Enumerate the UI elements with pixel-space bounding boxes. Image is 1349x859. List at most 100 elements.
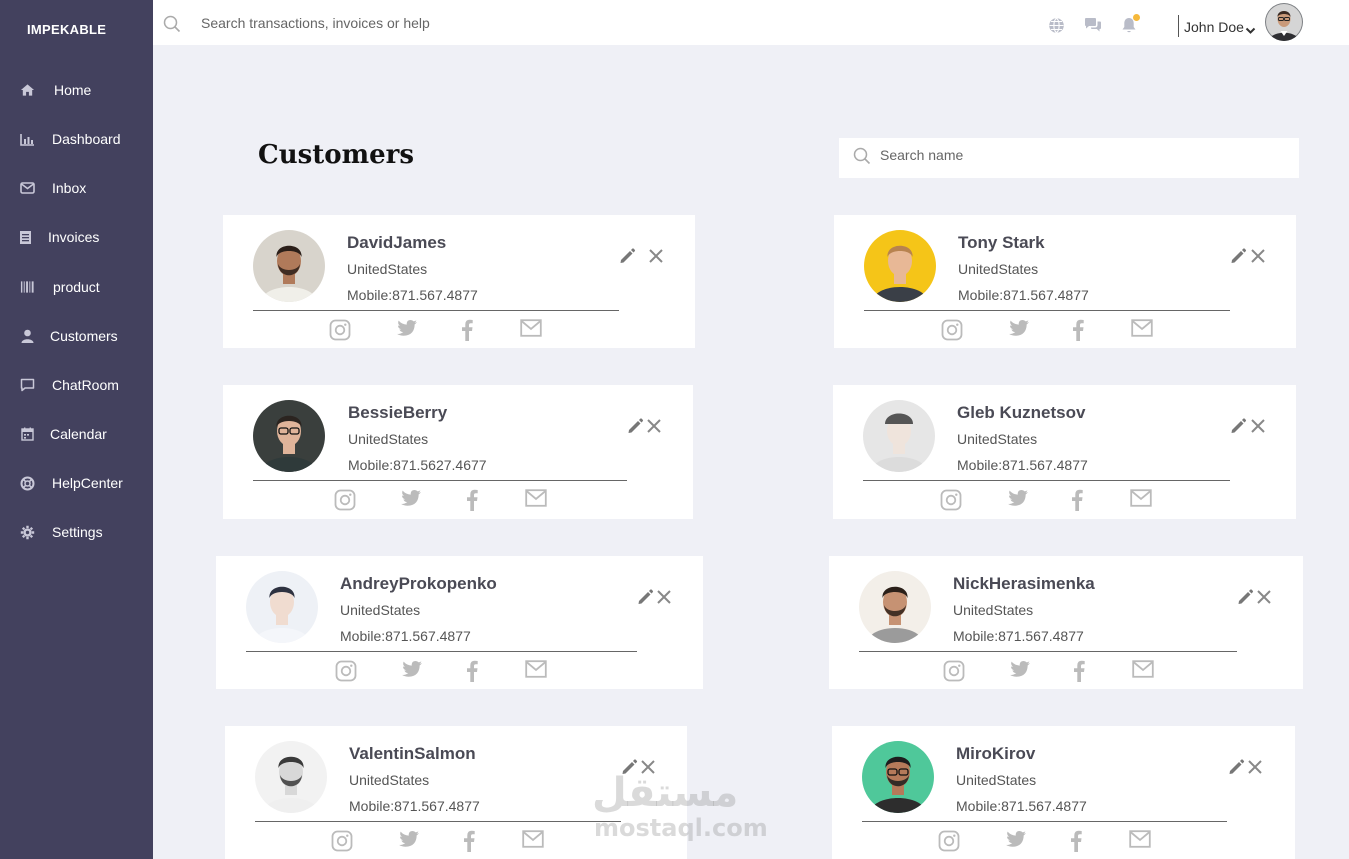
close-icon[interactable] [646,418,662,439]
customer-card: NickHerasimenka UnitedStates Mobile:871.… [829,556,1303,689]
instagram-icon[interactable] [331,830,353,857]
close-icon[interactable] [1250,248,1266,269]
sidebar-item-invoices[interactable]: Invoices [0,221,153,253]
globe-icon[interactable] [1048,17,1065,39]
sidebar-item-helpcenter[interactable]: HelpCenter [0,467,153,499]
customer-card: Gleb Kuznetsov UnitedStates Mobile:871.5… [833,385,1296,519]
edit-icon[interactable] [626,417,644,440]
mail-icon[interactable] [520,319,542,342]
search-input[interactable] [201,13,601,33]
divider [862,821,1227,822]
customer-country: UnitedStates [956,772,1037,788]
mail-icon[interactable] [1131,319,1153,342]
close-icon[interactable] [648,248,664,269]
chevron-down-icon[interactable] [1245,22,1256,40]
customer-name[interactable]: DavidJames [347,233,446,253]
twitter-icon[interactable] [1008,319,1030,344]
close-icon[interactable] [656,589,672,610]
envelope-icon [20,181,35,195]
instagram-icon[interactable] [941,319,963,346]
customer-name[interactable]: Tony Stark [958,233,1045,253]
customer-name[interactable]: MiroKirov [956,744,1035,764]
twitter-icon[interactable] [1009,660,1031,685]
sidebar-item-calendar[interactable]: Calendar [0,418,153,450]
calendar-icon [20,427,35,441]
instagram-icon[interactable] [940,489,962,516]
facebook-icon[interactable] [1071,489,1083,516]
instagram-icon[interactable] [329,319,351,346]
close-icon[interactable] [1256,589,1272,610]
twitter-icon[interactable] [400,489,422,514]
sidebar-item-chatroom[interactable]: ChatRoom [0,369,153,401]
mail-icon[interactable] [525,489,547,512]
edit-icon[interactable] [1229,417,1247,440]
mail-icon[interactable] [522,830,544,853]
chat-icon[interactable] [1084,17,1102,38]
facebook-icon[interactable] [1070,830,1082,857]
customer-name[interactable]: ValentinSalmon [349,744,476,764]
mail-icon[interactable] [525,660,547,683]
search-icon[interactable] [163,15,181,38]
sidebar-item-label: Customers [50,328,118,344]
sidebar-item-home[interactable]: Home [0,74,153,106]
sidebar-item-label: Invoices [48,229,100,245]
divider [859,651,1237,652]
sidebar-item-dashboard[interactable]: Dashboard [0,123,153,155]
instagram-icon[interactable] [943,660,965,687]
facebook-icon[interactable] [461,319,473,346]
brand-logo[interactable]: IMPEKABLE [27,22,106,37]
twitter-icon[interactable] [398,830,420,855]
customer-name[interactable]: Gleb Kuznetsov [957,403,1085,423]
search-icon[interactable] [853,147,871,170]
top-bar: John Doe [153,0,1349,45]
customer-card: BessieBerry UnitedStates Mobile:871.5627… [223,385,693,519]
edit-icon[interactable] [1236,588,1254,611]
close-icon[interactable] [1250,418,1266,439]
facebook-icon[interactable] [1073,660,1085,687]
customer-country: UnitedStates [958,261,1039,277]
sidebar-item-product[interactable]: product [0,271,153,303]
divider [864,310,1230,311]
customer-name[interactable]: NickHerasimenka [953,574,1095,594]
facebook-icon[interactable] [1072,319,1084,346]
name-search-input[interactable] [880,144,1260,166]
sidebar-item-label: Settings [52,524,103,540]
sidebar-item-customers[interactable]: Customers [0,320,153,352]
twitter-icon[interactable] [396,319,418,344]
mail-icon[interactable] [1129,830,1151,853]
sidebar-item-settings[interactable]: Settings [0,516,153,548]
mail-icon[interactable] [1132,660,1154,683]
close-icon[interactable] [1247,759,1263,780]
instagram-icon[interactable] [335,660,357,687]
customer-mobile: Mobile:871.567.4877 [340,628,471,644]
user-name[interactable]: John Doe [1184,19,1244,35]
divider [246,651,637,652]
facebook-icon[interactable] [466,489,478,516]
avatar [255,741,327,813]
avatar[interactable] [1265,3,1303,41]
edit-icon[interactable] [1227,758,1245,781]
instagram-icon[interactable] [334,489,356,516]
customer-name[interactable]: BessieBerry [348,403,447,423]
facebook-icon[interactable] [466,660,478,687]
gear-icon [20,525,35,539]
avatar [253,400,325,472]
sidebar-item-inbox[interactable]: Inbox [0,172,153,204]
sidebar-item-label: Inbox [52,180,87,196]
facebook-icon[interactable] [463,830,475,857]
lifebuoy-icon [20,476,35,490]
twitter-icon[interactable] [401,660,423,685]
instagram-icon[interactable] [938,830,960,857]
name-search-box[interactable] [839,138,1299,178]
divider [253,310,619,311]
customer-name[interactable]: AndreyProkopenko [340,574,497,594]
edit-icon[interactable] [1229,247,1247,270]
sidebar-item-label: Home [54,82,92,98]
edit-icon[interactable] [636,588,654,611]
twitter-icon[interactable] [1005,830,1027,855]
customer-mobile: Mobile:871.567.4877 [349,798,480,814]
twitter-icon[interactable] [1007,489,1029,514]
edit-icon[interactable] [618,247,636,270]
mail-icon[interactable] [1130,489,1152,512]
customer-card: MiroKirov UnitedStates Mobile:871.567.48… [832,726,1295,859]
